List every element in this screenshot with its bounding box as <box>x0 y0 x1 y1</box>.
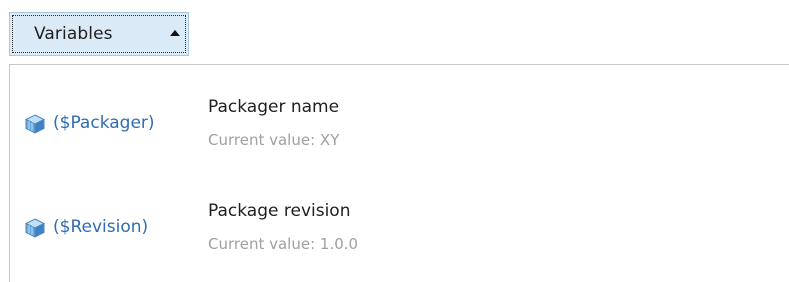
variables-dropdown-button[interactable]: Variables <box>9 12 189 56</box>
variables-panel: ($Packager) Packager name Current value:… <box>9 64 789 282</box>
variable-name-link[interactable]: ($Packager) <box>53 113 155 133</box>
variable-item-revision[interactable]: ($Revision) Package revision Current val… <box>10 195 788 265</box>
variable-current-value: Current value: XY <box>208 131 339 149</box>
current-value-prefix: Current value: <box>208 131 316 149</box>
cube-icon <box>24 114 46 134</box>
current-value: XY <box>319 131 340 149</box>
cube-icon <box>24 218 46 238</box>
variable-title: Packager name <box>208 97 340 117</box>
variables-dropdown-label: Variables <box>34 24 113 44</box>
current-value: 1.0.0 <box>319 235 359 253</box>
current-value-prefix: Current value: <box>208 235 316 253</box>
variable-current-value: Current value: 1.0.0 <box>208 235 358 253</box>
variable-item-packager[interactable]: ($Packager) Packager name Current value:… <box>10 91 788 161</box>
variable-name-link[interactable]: ($Revision) <box>53 217 148 237</box>
caret-up-icon <box>170 30 180 36</box>
variable-title: Package revision <box>208 201 351 221</box>
variables-view: Variables ($Packager) Packager name Curr… <box>0 0 789 282</box>
